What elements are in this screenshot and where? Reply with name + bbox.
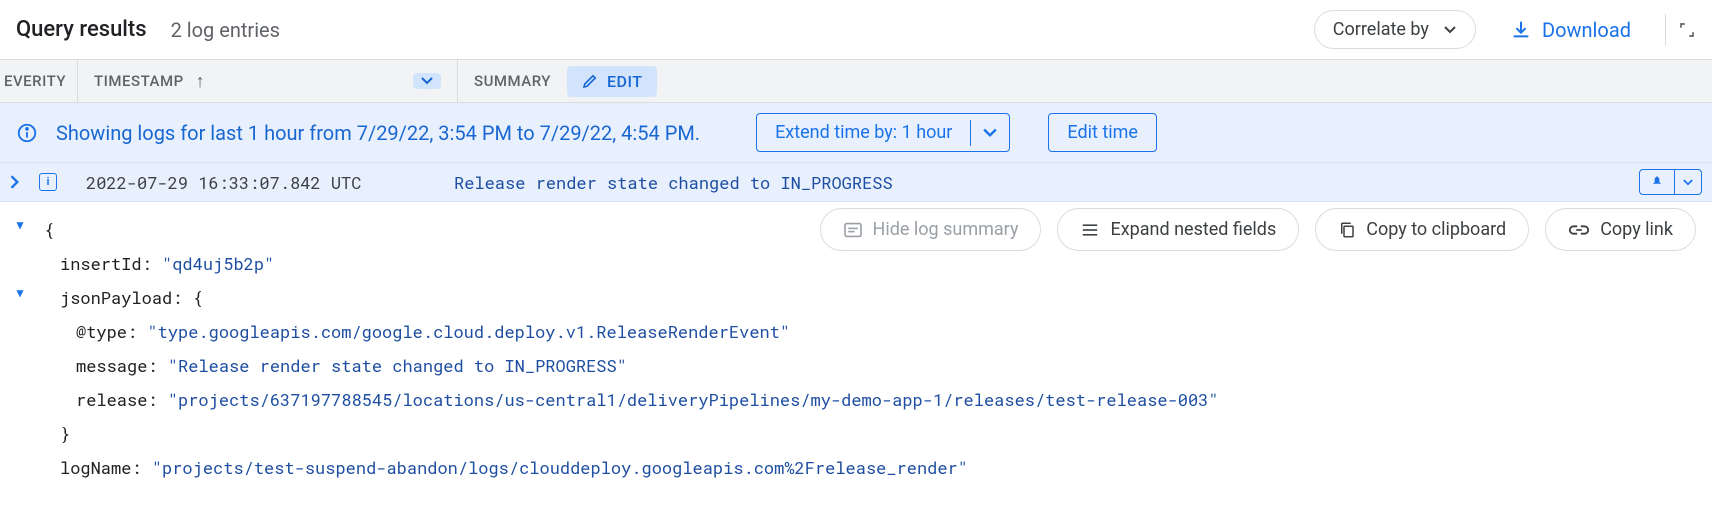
severity-cell: i (30, 173, 66, 191)
info-icon (16, 122, 38, 144)
column-headers: EVERITY TIMESTAMP ↑ SUMMARY EDIT (0, 59, 1712, 103)
download-icon (1510, 19, 1532, 41)
download-button[interactable]: Download (1500, 12, 1641, 48)
chevron-down-icon (983, 128, 997, 138)
link-icon (1568, 224, 1590, 236)
timestamp-column[interactable]: TIMESTAMP ↑ (78, 60, 458, 102)
time-range-banner: Showing logs for last 1 hour from 7/29/2… (0, 103, 1712, 163)
summary-icon (843, 222, 863, 238)
pin-dropdown[interactable] (1674, 170, 1701, 194)
edit-time-button[interactable]: Edit time (1048, 113, 1157, 152)
summary-column: SUMMARY EDIT (458, 60, 673, 102)
page-title: Query results (16, 17, 147, 42)
caret-down-icon (421, 77, 433, 85)
fullscreen-icon[interactable] (1678, 21, 1696, 39)
correlate-by-button[interactable]: Correlate by (1314, 10, 1476, 49)
expand-icon[interactable] (0, 175, 30, 189)
summary-cell: Release render state changed to IN_PROGR… (454, 171, 1639, 194)
caret-down-icon (1683, 179, 1693, 186)
download-label: Download (1542, 18, 1631, 42)
log-detail-json: ▼ { insertId: "qd4uj5b2p" ▼ jsonPayload:… (0, 213, 1712, 485)
pin-button[interactable] (1640, 170, 1674, 194)
log-entry-row[interactable]: i 2022-07-29 16:33:07.842 UTC Release re… (0, 163, 1712, 202)
entry-count: 2 log entries (171, 18, 280, 42)
results-header: Query results 2 log entries Correlate by… (0, 0, 1712, 59)
collapse-icon[interactable]: ▼ (8, 281, 32, 305)
sort-ascending-icon: ↑ (196, 71, 206, 92)
extend-time-button[interactable]: Extend time by: 1 hour (756, 113, 1010, 152)
hide-log-summary-button: Hide log summary (820, 208, 1042, 251)
collapse-icon[interactable]: ▼ (8, 213, 32, 237)
timestamp-cell: 2022-07-29 16:33:07.842 UTC (86, 171, 446, 194)
correlate-label: Correlate by (1333, 19, 1429, 40)
pin-icon (1650, 174, 1664, 190)
pencil-icon (581, 72, 599, 90)
caret-down-icon (1443, 26, 1457, 34)
copy-to-clipboard-button[interactable]: Copy to clipboard (1315, 208, 1529, 251)
timestamp-dropdown[interactable] (413, 73, 441, 89)
severity-column[interactable]: EVERITY (0, 60, 78, 102)
banner-text: Showing logs for last 1 hour from 7/29/2… (56, 121, 700, 145)
divider (1665, 14, 1666, 46)
expand-nested-fields-button[interactable]: Expand nested fields (1057, 208, 1299, 251)
pin-button-group (1639, 169, 1702, 195)
extend-time-dropdown[interactable] (970, 120, 1009, 146)
copy-icon (1338, 220, 1356, 240)
info-severity-icon: i (39, 173, 57, 191)
edit-summary-button[interactable]: EDIT (567, 66, 657, 97)
expand-icon (1080, 222, 1100, 238)
copy-link-button[interactable]: Copy link (1545, 208, 1696, 251)
